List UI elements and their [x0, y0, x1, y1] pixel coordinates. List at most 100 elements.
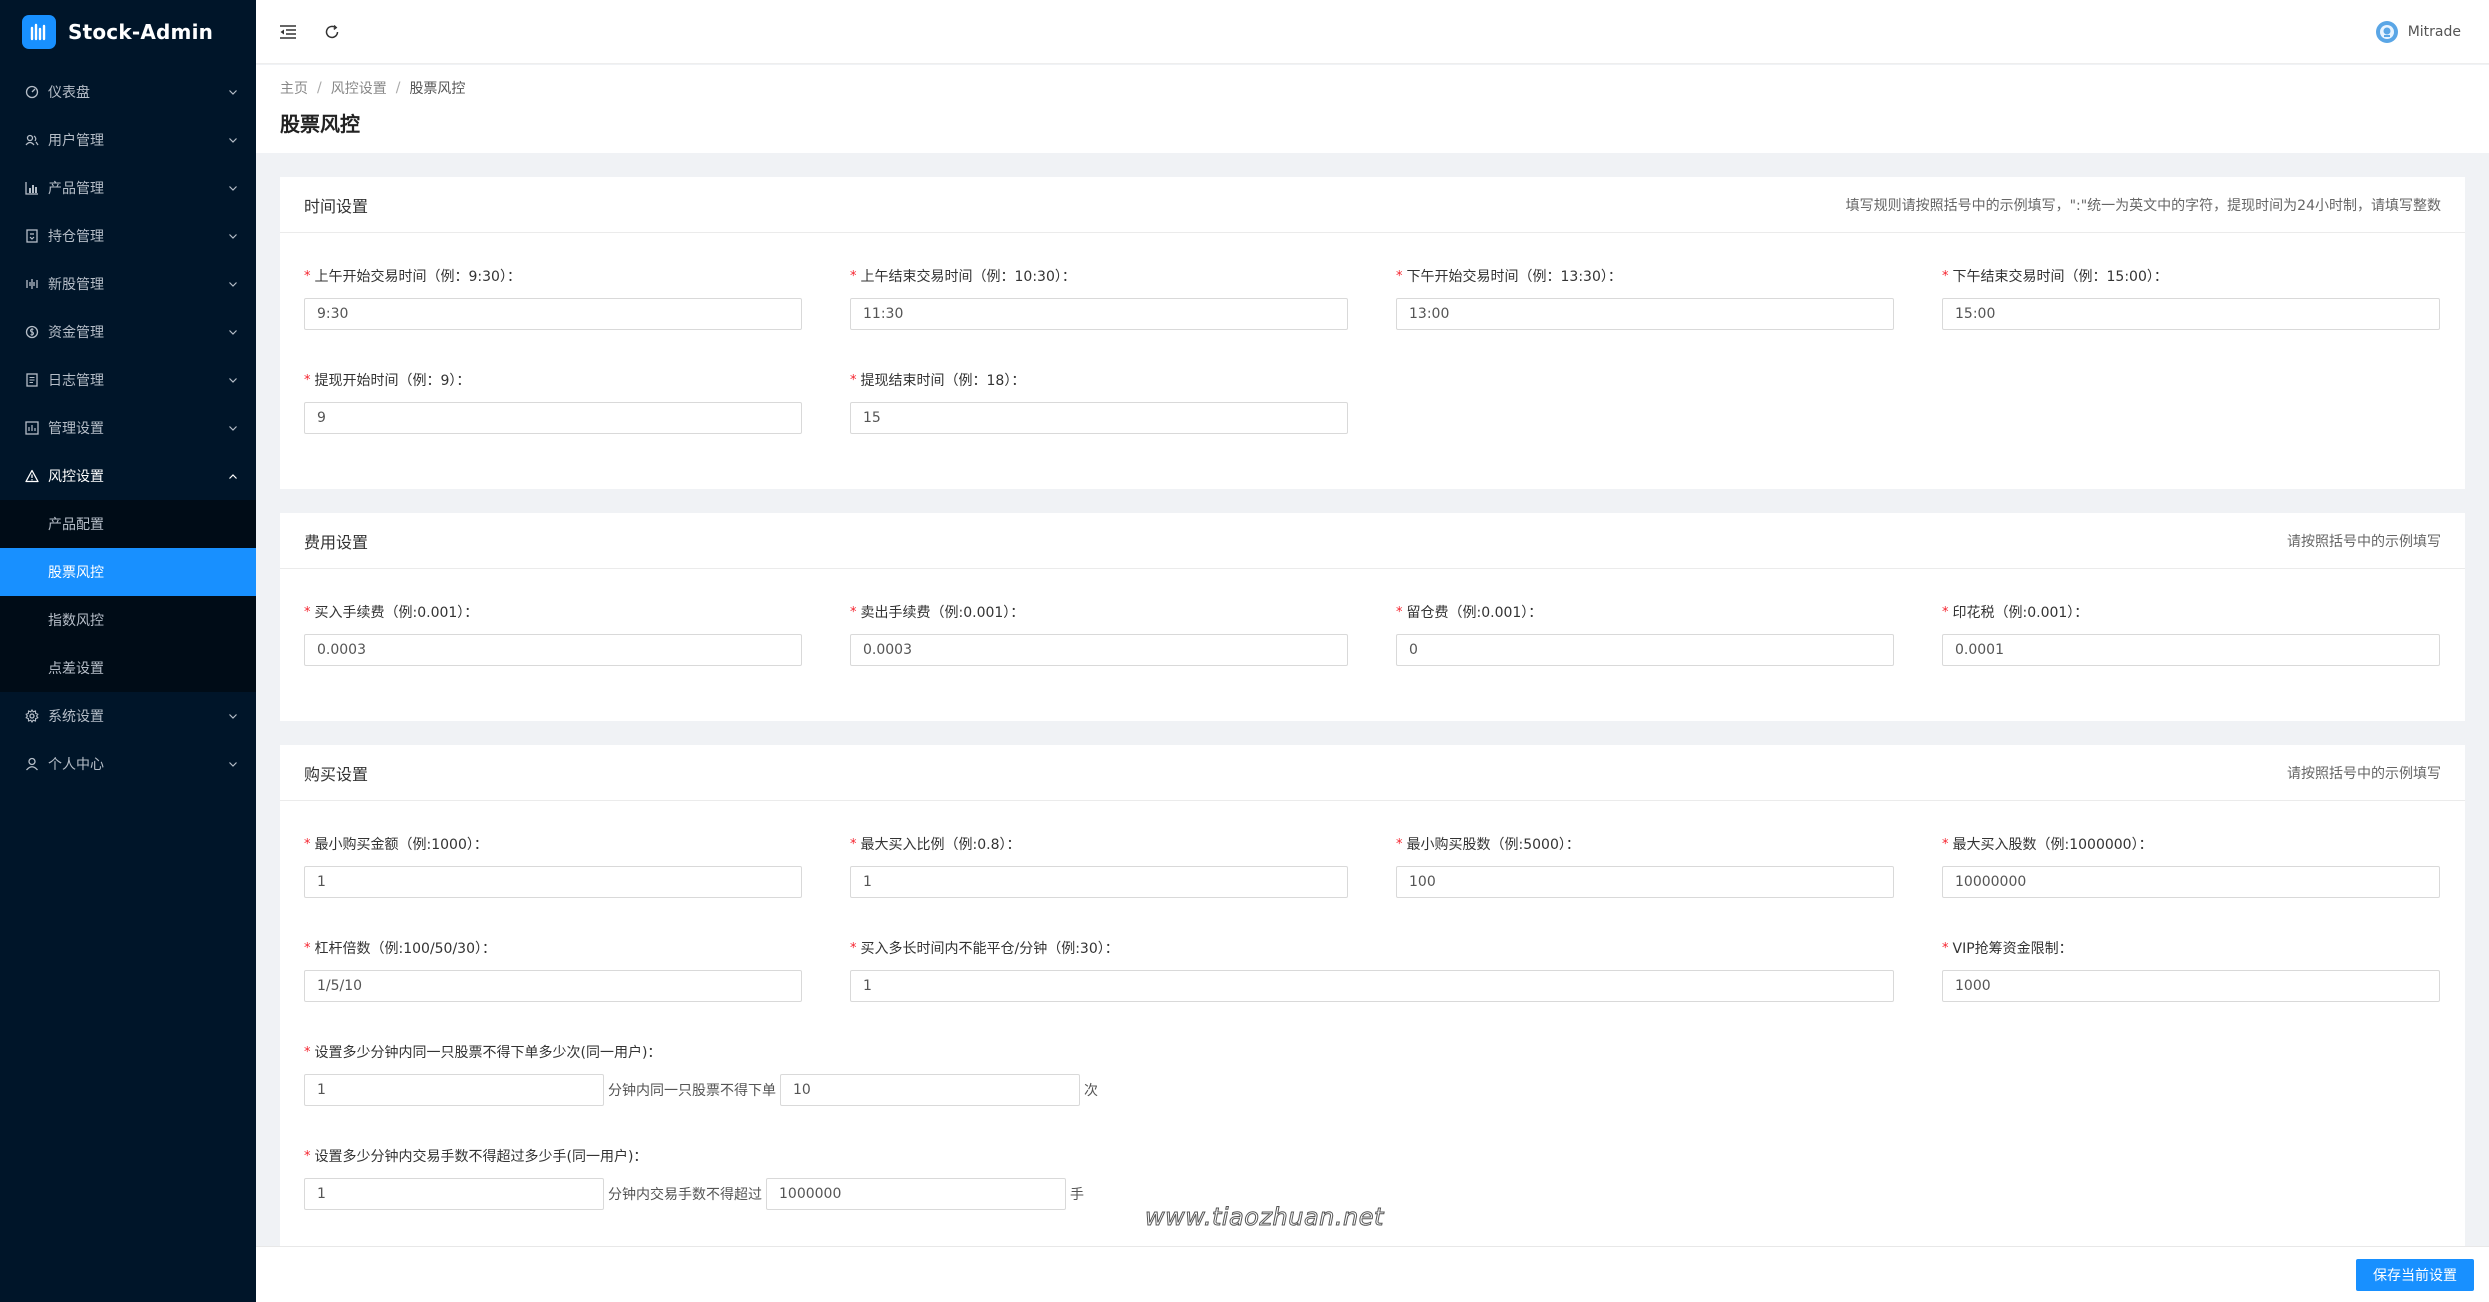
field-label: 设置多少分钟内同一只股票不得下单多少次(同一用户)：	[314, 1045, 662, 1061]
top-header: Mitrade	[256, 0, 2489, 64]
chevron-down-icon	[228, 279, 238, 289]
page-header: 主页 / 风控设置 / 股票风控 股票风控	[256, 65, 2489, 153]
buy-fee-field: * 买入手续费（例:0.001）： 0.0003	[304, 601, 802, 666]
sidebar-subitem-index-risk[interactable]: 指数风控	[0, 596, 256, 644]
sidebar-item-profile[interactable]: 个人中心	[0, 740, 256, 788]
chevron-down-icon	[228, 183, 238, 193]
field-label: 最小购买股数（例:5000）：	[1406, 837, 1580, 853]
position-icon	[24, 228, 40, 244]
logo[interactable]: Stock-Admin	[0, 0, 256, 64]
menu-fold-icon[interactable]	[276, 20, 300, 44]
stamp-tax-input[interactable]: 0.0001	[1942, 634, 2440, 666]
sidebar-item-label: 个人中心	[48, 757, 104, 773]
field-label: 上午开始交易时间（例：9:30）：	[314, 269, 521, 285]
user-menu[interactable]: Mitrade	[2375, 20, 2461, 43]
overnight-fee-field: * 留仓费（例:0.001）： 0	[1396, 601, 1894, 666]
sidebar-item-products[interactable]: 产品管理	[0, 164, 256, 212]
chevron-down-icon	[228, 711, 238, 721]
field-label: 留仓费（例:0.001）：	[1406, 605, 1543, 621]
app-title: Stock-Admin	[68, 20, 214, 44]
vip-limit-field: * VIP抢筹资金限制： 1000	[1942, 937, 2440, 1002]
sidebar-item-label: 风控设置	[48, 469, 104, 485]
sidebar-item-admin-settings[interactable]: 管理设置	[0, 404, 256, 452]
watermark-text: www.tiaozhuan.net	[1145, 1203, 1384, 1232]
sidebar-item-system-settings[interactable]: 系统设置	[0, 692, 256, 740]
users-icon	[24, 132, 40, 148]
save-settings-button[interactable]: 保存当前设置	[2356, 1259, 2474, 1291]
pm-start-input[interactable]: 13:00	[1396, 298, 1894, 330]
lot-limit-unit: 手	[1070, 1187, 1084, 1203]
chevron-down-icon	[228, 375, 238, 385]
pm-end-input[interactable]: 15:00	[1942, 298, 2440, 330]
breadcrumb-current: 股票风控	[409, 81, 466, 97]
min-buy-amount-field: * 最小购买金额（例:1000）： 1	[304, 833, 802, 898]
no-close-minutes-input[interactable]: 1	[850, 970, 1894, 1002]
am-end-input[interactable]: 11:30	[850, 298, 1348, 330]
page-title: 股票风控	[280, 112, 360, 136]
breadcrumb-home[interactable]: 主页	[280, 78, 308, 98]
logo-icon	[22, 15, 56, 49]
am-start-input[interactable]: 9:30	[304, 298, 802, 330]
sidebar-item-label: 日志管理	[48, 373, 104, 389]
signal-icon	[24, 276, 40, 292]
field-label: 买入多长时间内不能平仓/分钟（例:30）：	[860, 941, 1119, 957]
warning-icon	[24, 468, 40, 484]
user-name: Mitrade	[2407, 23, 2461, 40]
sidebar-item-label: 仪表盘	[48, 85, 90, 101]
sidebar-item-ipo[interactable]: 新股管理	[0, 260, 256, 308]
stamp-tax-field: * 印花税（例:0.001）： 0.0001	[1942, 601, 2440, 666]
settings-table-icon	[24, 420, 40, 436]
field-label: 杠杆倍数（例:100/50/30）：	[314, 941, 497, 957]
card-hint: 请按照括号中的示例填写	[2287, 765, 2441, 782]
max-buy-shares-input[interactable]: 10000000	[1942, 866, 2440, 898]
sidebar: Stock-Admin 仪表盘 用户管理 产品管理 持仓管理 新股管理 资金管理…	[0, 0, 256, 1302]
leverage-input[interactable]: 1/5/10	[304, 970, 802, 1002]
dashboard-icon	[24, 84, 40, 100]
refresh-icon[interactable]	[320, 20, 344, 44]
vip-limit-input[interactable]: 1000	[1942, 970, 2440, 1002]
lot-limit-count-input[interactable]: 1000000	[766, 1178, 1066, 1210]
breadcrumb-separator: /	[317, 80, 322, 96]
order-limit-count-input[interactable]: 10	[780, 1074, 1080, 1106]
overnight-fee-input[interactable]: 0	[1396, 634, 1894, 666]
sidebar-item-positions[interactable]: 持仓管理	[0, 212, 256, 260]
max-buy-ratio-input[interactable]: 1	[850, 866, 1348, 898]
buy-fee-input[interactable]: 0.0003	[304, 634, 802, 666]
min-buy-shares-field: * 最小购买股数（例:5000）： 100	[1396, 833, 1894, 898]
breadcrumb-risk-settings[interactable]: 风控设置	[331, 78, 387, 98]
sidebar-item-logs[interactable]: 日志管理	[0, 356, 256, 404]
chevron-down-icon	[228, 87, 238, 97]
log-icon	[24, 372, 40, 388]
card-hint: 填写规则请按照括号中的示例填写，":"统一为英文中的字符，提现时间为24小时制，…	[1845, 197, 2441, 214]
sidebar-item-dashboard[interactable]: 仪表盘	[0, 68, 256, 116]
field-label: 最小购买金额（例:1000）：	[314, 837, 488, 853]
card-title: 费用设置	[304, 532, 369, 552]
lot-limit-minutes-input[interactable]: 1	[304, 1178, 604, 1210]
withdraw-start-field: * 提现开始时间（例：9）： 9	[304, 369, 802, 434]
chevron-down-icon	[228, 759, 238, 769]
field-label: 设置多少分钟内交易手数不得超过多少手(同一用户)：	[314, 1149, 648, 1165]
am-end-field: * 上午结束交易时间（例：10:30）： 11:30	[850, 265, 1348, 330]
sidebar-subitem-product-config[interactable]: 产品配置	[0, 500, 256, 548]
pm-start-field: * 下午开始交易时间（例：13:30）： 13:00	[1396, 265, 1894, 330]
withdraw-end-input[interactable]: 15	[850, 402, 1348, 434]
field-label: 印花税（例:0.001）：	[1952, 605, 2089, 621]
sidebar-item-risk-settings[interactable]: 风控设置	[0, 452, 256, 500]
order-limit-middle-text: 分钟内同一只股票不得下单	[608, 1083, 776, 1099]
sidebar-item-users[interactable]: 用户管理	[0, 116, 256, 164]
time-settings-card: 时间设置 填写规则请按照括号中的示例填写，":"统一为英文中的字符，提现时间为2…	[280, 177, 2465, 489]
chevron-down-icon	[228, 423, 238, 433]
sidebar-subitem-stock-risk[interactable]: 股票风控	[0, 548, 256, 596]
sidebar-subitem-spread-settings[interactable]: 点差设置	[0, 644, 256, 692]
withdraw-start-input[interactable]: 9	[304, 402, 802, 434]
no-close-minutes-field: * 买入多长时间内不能平仓/分钟（例:30）： 1	[850, 937, 1894, 1002]
min-buy-amount-input[interactable]: 1	[304, 866, 802, 898]
sidebar-item-funds[interactable]: 资金管理	[0, 308, 256, 356]
buy-settings-card: 购买设置 请按照括号中的示例填写 * 最小购买金额（例:1000）： 1 * 最大买…	[280, 745, 2465, 1246]
field-label: 最大买入比例（例:0.8）：	[860, 837, 1021, 853]
risk-submenu: 产品配置 股票风控 指数风控 点差设置	[0, 500, 256, 692]
field-label: 买入手续费（例:0.001）：	[314, 605, 479, 621]
order-limit-minutes-input[interactable]: 1	[304, 1074, 604, 1106]
min-buy-shares-input[interactable]: 100	[1396, 866, 1894, 898]
sell-fee-input[interactable]: 0.0003	[850, 634, 1348, 666]
